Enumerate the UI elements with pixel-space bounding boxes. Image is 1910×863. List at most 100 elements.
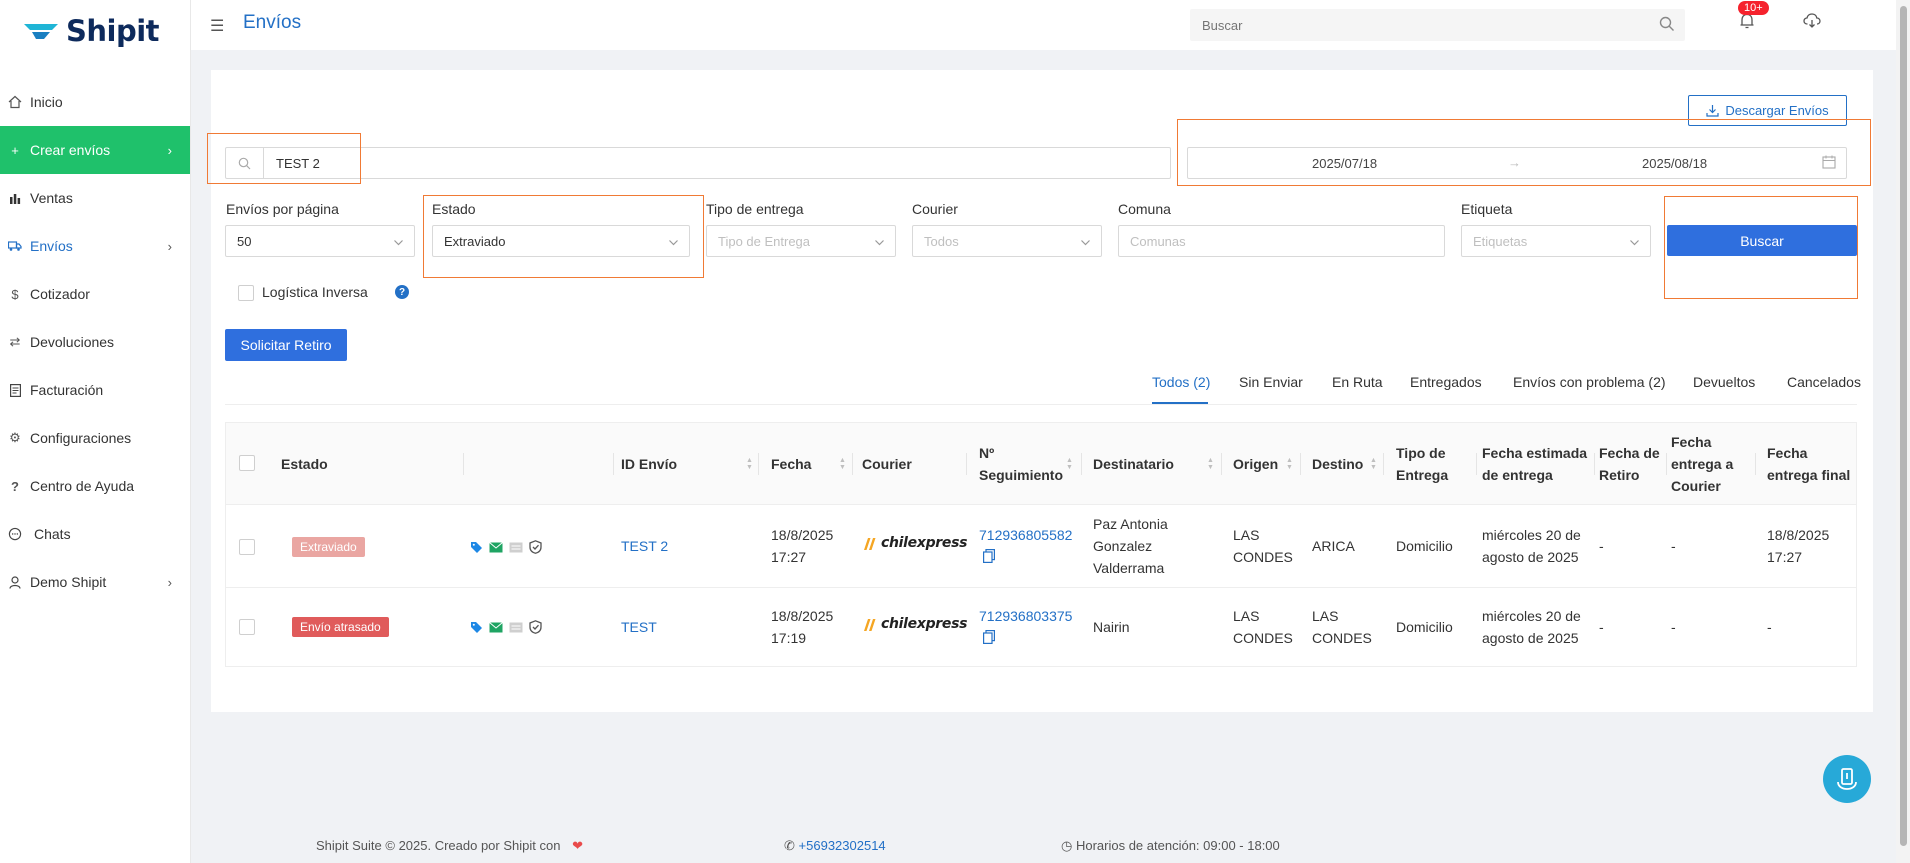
top-header: ☰ Envíos 10+ xyxy=(191,0,1901,50)
sort-icon[interactable]: ▲ ▼ xyxy=(1286,457,1294,471)
tab-en-ruta[interactable]: En Ruta xyxy=(1332,374,1383,390)
download-shipments-button[interactable]: Descargar Envíos xyxy=(1688,95,1847,126)
row-checkbox[interactable] xyxy=(239,619,255,635)
tipo-entrega-cell: Domicilio xyxy=(1396,538,1453,554)
shipment-search-input[interactable] xyxy=(265,148,1165,178)
sidebar-item-cotizador[interactable]: $ Cotizador xyxy=(0,270,190,318)
chevron-down-icon xyxy=(668,236,679,251)
header-tipo-entrega: Tipo de Entrega xyxy=(1396,442,1448,486)
per-page-select[interactable]: 50 xyxy=(225,225,415,257)
destinatario-cell: Paz Antonia Gonzalez Valderrama xyxy=(1093,513,1168,579)
header-seguimiento[interactable]: Nº Seguimiento xyxy=(979,442,1063,486)
header-destinatario[interactable]: Destinatario xyxy=(1093,453,1174,475)
search-button[interactable]: Buscar xyxy=(1667,225,1857,256)
tab-sin-enviar[interactable]: Sin Enviar xyxy=(1239,374,1303,390)
copy-icon[interactable] xyxy=(983,630,995,647)
tag-icon[interactable] xyxy=(470,541,483,554)
header-id-envio[interactable]: ID Envío xyxy=(621,453,677,475)
tab-devueltos[interactable]: Devueltos xyxy=(1693,374,1755,390)
date-to[interactable]: 2025/08/18 xyxy=(1642,156,1707,171)
tab-envios-problema[interactable]: Envíos con problema (2) xyxy=(1513,374,1666,390)
sidebar-item-crear-envios[interactable]: + Crear envíos › xyxy=(0,126,190,174)
sort-icon[interactable]: ▲ ▼ xyxy=(746,457,754,471)
sidebar-item-chats[interactable]: Chats xyxy=(0,510,190,558)
header-fecha-estimada-line: de entrega xyxy=(1482,467,1553,483)
tipo-entrega-select[interactable]: Tipo de Entrega xyxy=(706,225,896,257)
menu-fold-icon[interactable]: ☰ xyxy=(210,16,224,36)
select-all-checkbox[interactable] xyxy=(239,455,255,471)
estado-select[interactable]: Extraviado xyxy=(432,225,690,257)
tracking-link[interactable]: 712936805582 xyxy=(979,524,1072,546)
page-scrollbar[interactable] xyxy=(1896,0,1910,863)
origen-line: LAS xyxy=(1233,527,1260,543)
comuna-select[interactable]: Comunas xyxy=(1118,225,1445,257)
header-fecha[interactable]: Fecha xyxy=(771,453,811,475)
help-icon[interactable]: ? xyxy=(395,285,409,299)
sort-icon[interactable]: ▲ ▼ xyxy=(1066,457,1074,471)
tab-cancelados[interactable]: Cancelados xyxy=(1787,374,1861,390)
tab-entregados[interactable]: Entregados xyxy=(1410,374,1482,390)
shipit-logo[interactable]: Shipit xyxy=(22,14,160,48)
solicitar-retiro-button[interactable]: Solicitar Retiro xyxy=(225,329,347,361)
mail-icon[interactable] xyxy=(489,621,503,633)
origen-line: CONDES xyxy=(1233,630,1293,646)
sidebar-item-demo-shipit[interactable]: Demo Shipit › xyxy=(0,558,190,606)
courier-select[interactable]: Todos xyxy=(912,225,1102,257)
comuna-placeholder: Comunas xyxy=(1130,233,1186,249)
shipment-id-link[interactable]: TEST 2 xyxy=(621,535,668,557)
header-seguimiento-line: Seguimiento xyxy=(979,467,1064,483)
sidebar-item-devoluciones[interactable]: ⇄ Devoluciones xyxy=(0,318,190,366)
table-row[interactable]: Extraviado TEST 2 18/8/2025 17:27 chilex… xyxy=(226,505,1856,588)
fecha-line: 18/8/2025 xyxy=(771,608,834,624)
destinatario-line: Valderrama xyxy=(1093,560,1165,576)
sidebar-item-configuraciones[interactable]: ⚙ Configuraciones xyxy=(0,414,190,462)
shipments-table: Estado ID Envío ▲ ▼ Fecha ▲ ▼ Courier Nº S… xyxy=(225,422,1857,667)
global-search-input[interactable] xyxy=(1190,9,1630,41)
cloud-download-icon[interactable] xyxy=(1803,13,1821,32)
destinatario-line: Paz Antonia xyxy=(1093,516,1168,532)
shipment-id-link[interactable]: TEST xyxy=(621,616,657,638)
sidebar-item-facturacion[interactable]: Facturación xyxy=(0,366,190,414)
sort-icon[interactable]: ▲ ▼ xyxy=(839,457,847,471)
status-tabs: Todos (2) Sin Enviar En Ruta Entregados … xyxy=(225,369,1861,405)
sidebar-item-inicio[interactable]: Inicio xyxy=(0,78,190,126)
label-card-icon[interactable] xyxy=(509,622,523,633)
shield-icon[interactable] xyxy=(529,620,542,634)
chevron-right-icon: › xyxy=(167,142,172,158)
chevron-down-icon xyxy=(1080,236,1091,251)
logistica-inversa-checkbox[interactable] xyxy=(238,285,254,301)
sort-icon[interactable]: ▲ ▼ xyxy=(1370,457,1378,471)
sidebar-item-ventas[interactable]: Ventas xyxy=(0,174,190,222)
header-origen[interactable]: Origen xyxy=(1233,453,1278,475)
scrollbar-thumb[interactable] xyxy=(1900,6,1907,846)
header-fecha-retiro-line: Fecha de xyxy=(1599,445,1660,461)
header-destino[interactable]: Destino xyxy=(1312,453,1363,475)
support-fab[interactable] xyxy=(1823,755,1871,803)
sidebar-item-label: Inicio xyxy=(30,94,63,110)
tab-todos[interactable]: Todos (2) xyxy=(1152,374,1210,390)
header-separator xyxy=(1594,453,1595,475)
shield-icon[interactable] xyxy=(529,540,542,554)
tracking-link[interactable]: 712936803375 xyxy=(979,605,1072,627)
footer-whatsapp[interactable]: ✆ +56932302514 xyxy=(784,838,886,854)
sidebar-item-centro-ayuda[interactable]: ? Centro de Ayuda xyxy=(0,462,190,510)
date-range-picker[interactable]: 2025/07/18 → 2025/08/18 xyxy=(1187,147,1847,179)
search-icon[interactable] xyxy=(1659,16,1675,35)
label-card-icon[interactable] xyxy=(509,542,523,553)
etiqueta-select[interactable]: Etiquetas xyxy=(1461,225,1651,257)
copy-icon[interactable] xyxy=(983,549,995,566)
bell-icon[interactable] xyxy=(1739,12,1755,33)
row-checkbox[interactable] xyxy=(239,539,255,555)
sidebar-item-envios[interactable]: Envíos › xyxy=(0,222,190,270)
fecha-estimada-cell: miércoles 20 de agosto de 2025 xyxy=(1482,524,1581,568)
header-fecha-entrega-final-line: entrega final xyxy=(1767,467,1851,483)
footer-hours-text: Horarios de atención: 09:00 - 18:00 xyxy=(1075,838,1280,853)
tag-icon[interactable] xyxy=(470,621,483,634)
sort-icon[interactable]: ▲ ▼ xyxy=(1207,457,1215,471)
header-fecha-retiro-line: Retiro xyxy=(1599,467,1640,483)
user-icon xyxy=(8,575,22,589)
table-row[interactable]: Envío atrasado TEST 18/8/2025 17:19 chil… xyxy=(226,588,1856,666)
plus-icon: + xyxy=(11,142,19,158)
date-from[interactable]: 2025/07/18 xyxy=(1312,156,1377,171)
mail-icon[interactable] xyxy=(489,541,503,553)
